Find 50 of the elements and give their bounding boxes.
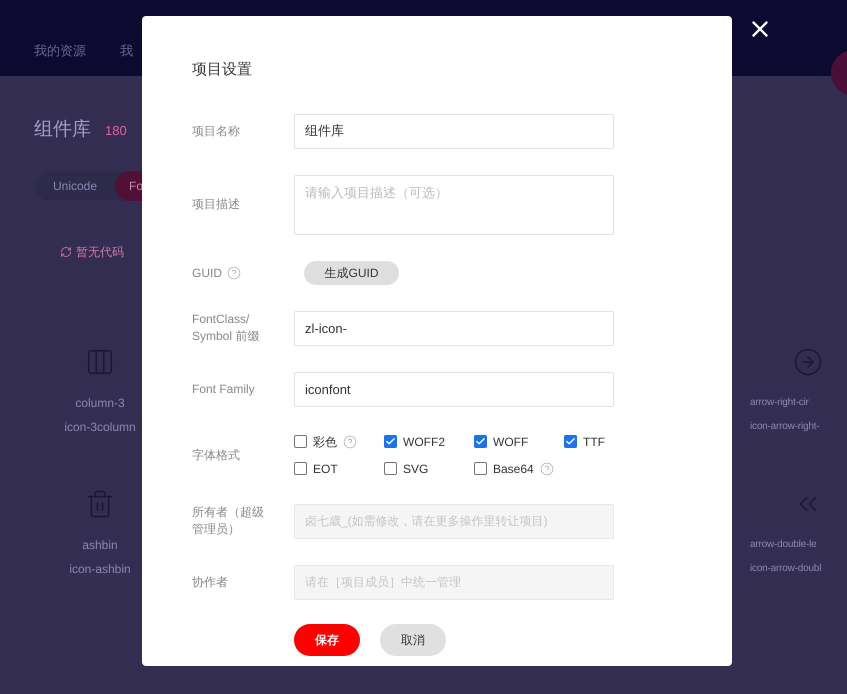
nav-item[interactable]: 我	[120, 40, 133, 60]
checkbox-label: 彩色	[313, 434, 337, 450]
icon-class: icon-arrow-doubl	[750, 562, 822, 576]
checkbox[interactable]	[384, 435, 397, 448]
checkbox[interactable]	[384, 462, 397, 475]
icon-class: icon-ashbin	[69, 560, 131, 578]
field-label: 所有者（超级管理员）	[192, 504, 265, 538]
icon-class: icon-3column	[64, 418, 136, 436]
checkbox-label: WOFF	[493, 434, 528, 450]
field-label: Font Family	[192, 380, 256, 398]
refresh-icon	[60, 246, 72, 258]
checkbox-label: Base64	[493, 460, 534, 478]
text-field[interactable]: iconfont	[294, 372, 614, 406]
checkbox-label: WOFF2	[403, 434, 445, 450]
icon-name: ashbin	[82, 536, 118, 554]
icon-count: 180	[105, 122, 127, 140]
tab[interactable]: Unicode	[35, 170, 115, 200]
icon-class: icon-arrow-right-	[750, 420, 820, 434]
checkbox[interactable]	[474, 435, 487, 448]
checkbox-label: SVG	[403, 460, 428, 478]
checkbox-label: EOT	[313, 460, 338, 478]
arrow-right-circle-icon	[793, 346, 823, 376]
icon-name: arrow-double-le	[750, 538, 816, 552]
help-icon[interactable]	[343, 434, 357, 448]
checkbox-label: TTF	[583, 434, 605, 450]
trash-icon	[85, 488, 115, 518]
cancel-button[interactable]: 取消	[380, 624, 446, 656]
checkbox[interactable]	[294, 435, 307, 448]
checkbox[interactable]	[294, 462, 307, 475]
checkbox[interactable]	[474, 462, 487, 475]
field-label: 项目描述	[192, 196, 241, 213]
help-icon[interactable]	[227, 266, 241, 280]
icon-name: column-3	[75, 394, 125, 412]
field-label: 字体格式	[192, 446, 241, 464]
code-link[interactable]: 暂无代码	[76, 242, 124, 260]
field-label: GUID	[192, 264, 222, 282]
dialog-title: 项目设置	[192, 60, 253, 80]
nav-item[interactable]: 我的资源	[34, 40, 86, 60]
field-label: FontClass/ Symbol 前缀	[192, 311, 260, 345]
help-icon[interactable]	[540, 462, 554, 476]
field-label: 协作者	[192, 574, 229, 590]
text-field[interactable]: 组件库	[294, 114, 614, 148]
checkbox[interactable]	[564, 435, 577, 448]
icon-name: arrow-right-cir	[750, 396, 809, 410]
field-label: 项目名称	[192, 122, 241, 140]
text-field[interactable]: zl-icon-	[294, 310, 614, 346]
library-title: 组件库	[34, 118, 91, 142]
generate-guid-button[interactable]: 生成GUID	[304, 260, 399, 284]
save-button[interactable]: 保存	[294, 624, 360, 656]
description-field[interactable]: 请输入项目描述（可选）	[294, 174, 614, 234]
